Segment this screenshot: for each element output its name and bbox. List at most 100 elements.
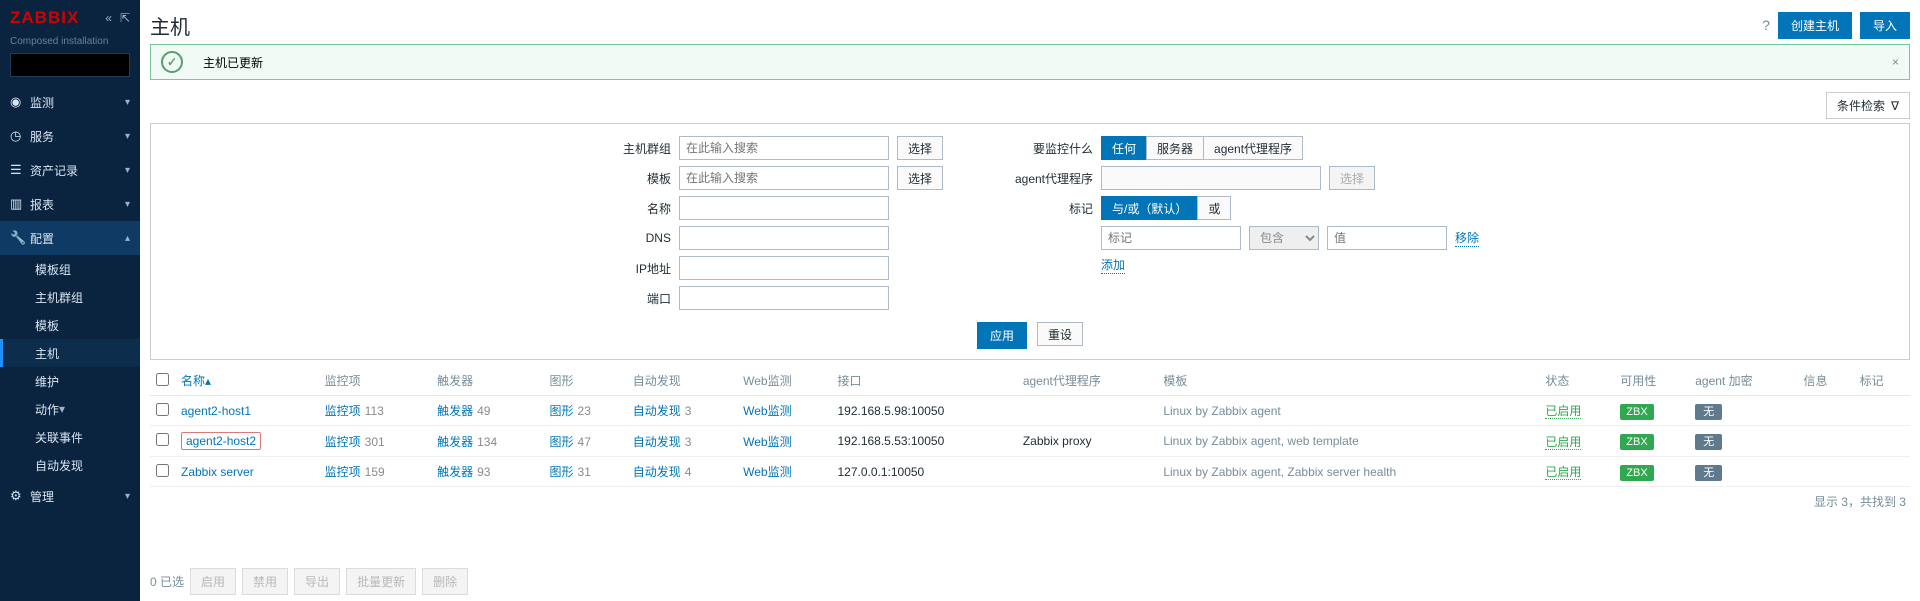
tag-or[interactable]: 或	[1197, 196, 1231, 220]
subnav-templates[interactable]: 模板	[0, 311, 140, 339]
web-link[interactable]: Web监测	[743, 435, 791, 449]
discovery-link[interactable]: 自动发现	[633, 435, 681, 449]
graphs-link[interactable]: 图形	[550, 404, 574, 418]
subnav-host-groups[interactable]: 主机群组	[0, 283, 140, 311]
graphs-link[interactable]: 图形	[550, 465, 574, 479]
alert-message: 主机已更新	[203, 54, 263, 71]
template-cell: Linux by Zabbix agent, Zabbix server hea…	[1157, 457, 1539, 487]
table-row: agent2-host1监控项113触发器49图形23自动发现3Web监测192…	[150, 396, 1910, 426]
nav-reports[interactable]: ▥报表▾	[0, 187, 140, 221]
col-discovery[interactable]: 自动发现	[627, 366, 737, 396]
nav-config[interactable]: 🔧配置▴	[0, 221, 140, 255]
collapse-icon[interactable]: «	[105, 11, 112, 25]
col-info[interactable]: 信息	[1797, 366, 1853, 396]
col-web[interactable]: Web监测	[737, 366, 831, 396]
template-select-button[interactable]: 选择	[897, 166, 943, 190]
monitor-any[interactable]: 任何	[1101, 136, 1147, 160]
col-tags[interactable]: 标记	[1854, 366, 1910, 396]
bulk-enable[interactable]: 启用	[190, 568, 236, 595]
col-avail[interactable]: 可用性	[1614, 366, 1689, 396]
tag-value-input[interactable]	[1327, 226, 1447, 250]
select-all[interactable]	[156, 373, 169, 386]
global-search[interactable]: 🔍	[10, 53, 130, 77]
check-icon: ✓	[161, 51, 183, 73]
subnav-template-groups[interactable]: 模板组	[0, 255, 140, 283]
subnav-maintenance[interactable]: 维护	[0, 367, 140, 395]
bulk-massupdate[interactable]: 批量更新	[346, 568, 416, 595]
discovery-link[interactable]: 自动发现	[633, 404, 681, 418]
popout-icon[interactable]: ⇱	[120, 11, 130, 25]
discovery-link[interactable]: 自动发现	[633, 465, 681, 479]
chevron-down-icon: ▾	[125, 165, 130, 176]
subnav-discovery[interactable]: 自动发现	[0, 451, 140, 479]
dns-input[interactable]	[679, 226, 889, 250]
hostgroup-select-button[interactable]: 选择	[897, 136, 943, 160]
monitor-server[interactable]: 服务器	[1146, 136, 1204, 160]
row-checkbox[interactable]	[156, 433, 169, 446]
hostgroup-input[interactable]	[679, 136, 889, 160]
tag-andor[interactable]: 与/或（默认）	[1101, 196, 1198, 220]
col-status[interactable]: 状态	[1539, 366, 1614, 396]
col-proxy[interactable]: agent代理程序	[1017, 366, 1158, 396]
col-graphs[interactable]: 图形	[544, 366, 627, 396]
triggers-link[interactable]: 触发器	[437, 404, 473, 418]
help-icon[interactable]: ?	[1762, 17, 1770, 33]
nav-service[interactable]: ◷服务▾	[0, 119, 140, 153]
triggers-link[interactable]: 触发器	[437, 435, 473, 449]
col-items[interactable]: 监控项	[319, 366, 431, 396]
chevron-down-icon: ▾	[125, 131, 130, 142]
host-link[interactable]: agent2-host2	[186, 434, 256, 448]
wrench-icon: 🔧	[10, 230, 30, 246]
filter-tab[interactable]: 条件检索 ∇	[1826, 92, 1910, 119]
bulk-export[interactable]: 导出	[294, 568, 340, 595]
items-link[interactable]: 监控项	[325, 435, 361, 449]
logo[interactable]: ZABBIX	[10, 8, 79, 28]
host-link[interactable]: Zabbix server	[181, 465, 254, 479]
row-checkbox[interactable]	[156, 464, 169, 477]
col-triggers[interactable]: 触发器	[431, 366, 543, 396]
tag-op-select[interactable]: 包含	[1249, 226, 1319, 250]
name-input[interactable]	[679, 196, 889, 220]
web-link[interactable]: Web监测	[743, 404, 791, 418]
items-link[interactable]: 监控项	[325, 404, 361, 418]
ip-input[interactable]	[679, 256, 889, 280]
hosts-table: 名称▴ 监控项 触发器 图形 自动发现 Web监测 接口 agent代理程序 模…	[150, 366, 1910, 487]
import-button[interactable]: 导入	[1860, 12, 1910, 39]
tag-add-link[interactable]: 添加	[1101, 256, 1125, 274]
proxy-cell	[1017, 457, 1158, 487]
web-link[interactable]: Web监测	[743, 465, 791, 479]
status-toggle[interactable]: 已启用	[1545, 465, 1581, 480]
subnav-correlation[interactable]: 关联事件	[0, 423, 140, 451]
avail-badge: ZBX	[1620, 465, 1653, 481]
items-link[interactable]: 监控项	[325, 465, 361, 479]
close-icon[interactable]: ×	[1892, 55, 1899, 69]
create-host-button[interactable]: 创建主机	[1778, 12, 1852, 39]
bulk-disable[interactable]: 禁用	[242, 568, 288, 595]
subnav-actions[interactable]: 动作▾	[0, 395, 140, 423]
port-input[interactable]	[679, 286, 889, 310]
bulk-delete[interactable]: 删除	[422, 568, 468, 595]
tag-remove-link[interactable]: 移除	[1455, 229, 1479, 247]
col-enc[interactable]: agent 加密	[1689, 366, 1797, 396]
subnav-hosts[interactable]: 主机	[0, 339, 140, 367]
monitor-proxy[interactable]: agent代理程序	[1203, 136, 1303, 160]
gear-icon: ⚙	[10, 488, 30, 504]
apply-button[interactable]: 应用	[977, 322, 1027, 349]
tag-name-input[interactable]	[1101, 226, 1241, 250]
row-checkbox[interactable]	[156, 403, 169, 416]
config-subnav: 模板组 主机群组 模板 主机 维护 动作▾ 关联事件 自动发现	[0, 255, 140, 479]
col-name[interactable]: 名称▴	[175, 366, 319, 396]
triggers-link[interactable]: 触发器	[437, 465, 473, 479]
nav-admin[interactable]: ⚙管理▾	[0, 479, 140, 513]
graphs-link[interactable]: 图形	[550, 435, 574, 449]
col-tmpl[interactable]: 模板	[1157, 366, 1539, 396]
nav-inventory[interactable]: ☰资产记录▾	[0, 153, 140, 187]
nav-monitor[interactable]: ◉监测▾	[0, 85, 140, 119]
clock-icon: ◷	[10, 128, 30, 144]
host-link[interactable]: agent2-host1	[181, 404, 251, 418]
reset-button[interactable]: 重设	[1037, 322, 1083, 346]
status-toggle[interactable]: 已启用	[1545, 435, 1581, 450]
col-iface[interactable]: 接口	[831, 366, 1016, 396]
template-input[interactable]	[679, 166, 889, 190]
status-toggle[interactable]: 已启用	[1545, 404, 1581, 419]
